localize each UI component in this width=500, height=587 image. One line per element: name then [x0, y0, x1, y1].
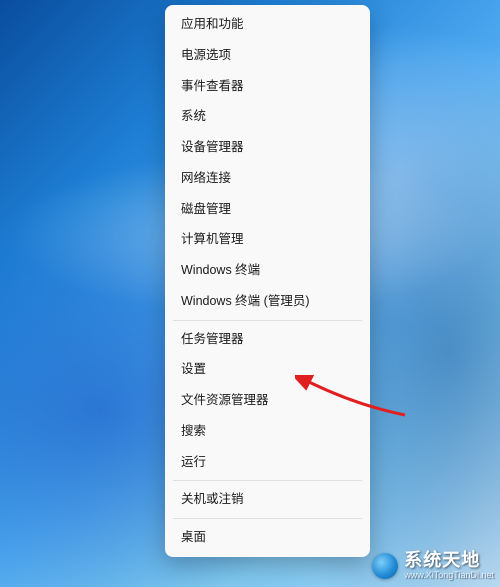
menu-item-file-explorer[interactable]: 文件资源管理器 [165, 385, 370, 416]
watermark-text: 系统天地 www.XiTongTianDi.net [404, 551, 494, 581]
watermark-brand: 系统天地 [404, 551, 494, 571]
menu-item-desktop[interactable]: 桌面 [165, 522, 370, 553]
watermark: 系统天地 www.XiTongTianDi.net [372, 551, 494, 581]
winx-context-menu: 应用和功能 电源选项 事件查看器 系统 设备管理器 网络连接 磁盘管理 计算机管… [165, 5, 370, 557]
menu-item-computer-management[interactable]: 计算机管理 [165, 224, 370, 255]
menu-item-windows-terminal-admin[interactable]: Windows 终端 (管理员) [165, 286, 370, 317]
menu-item-device-manager[interactable]: 设备管理器 [165, 132, 370, 163]
menu-item-network-connections[interactable]: 网络连接 [165, 163, 370, 194]
menu-item-apps-features[interactable]: 应用和功能 [165, 9, 370, 40]
menu-item-run[interactable]: 运行 [165, 447, 370, 478]
menu-item-shutdown-signout[interactable]: 关机或注销 [165, 484, 370, 515]
menu-item-search[interactable]: 搜索 [165, 416, 370, 447]
menu-item-settings[interactable]: 设置 [165, 354, 370, 385]
menu-item-windows-terminal[interactable]: Windows 终端 [165, 255, 370, 286]
menu-item-task-manager[interactable]: 任务管理器 [165, 324, 370, 355]
menu-separator [173, 518, 362, 519]
menu-separator [173, 320, 362, 321]
watermark-logo-icon [372, 553, 398, 579]
watermark-url: www.XiTongTianDi.net [404, 571, 494, 581]
menu-item-system[interactable]: 系统 [165, 101, 370, 132]
menu-item-event-viewer[interactable]: 事件查看器 [165, 71, 370, 102]
menu-separator [173, 480, 362, 481]
menu-item-power-options[interactable]: 电源选项 [165, 40, 370, 71]
menu-item-disk-management[interactable]: 磁盘管理 [165, 194, 370, 225]
